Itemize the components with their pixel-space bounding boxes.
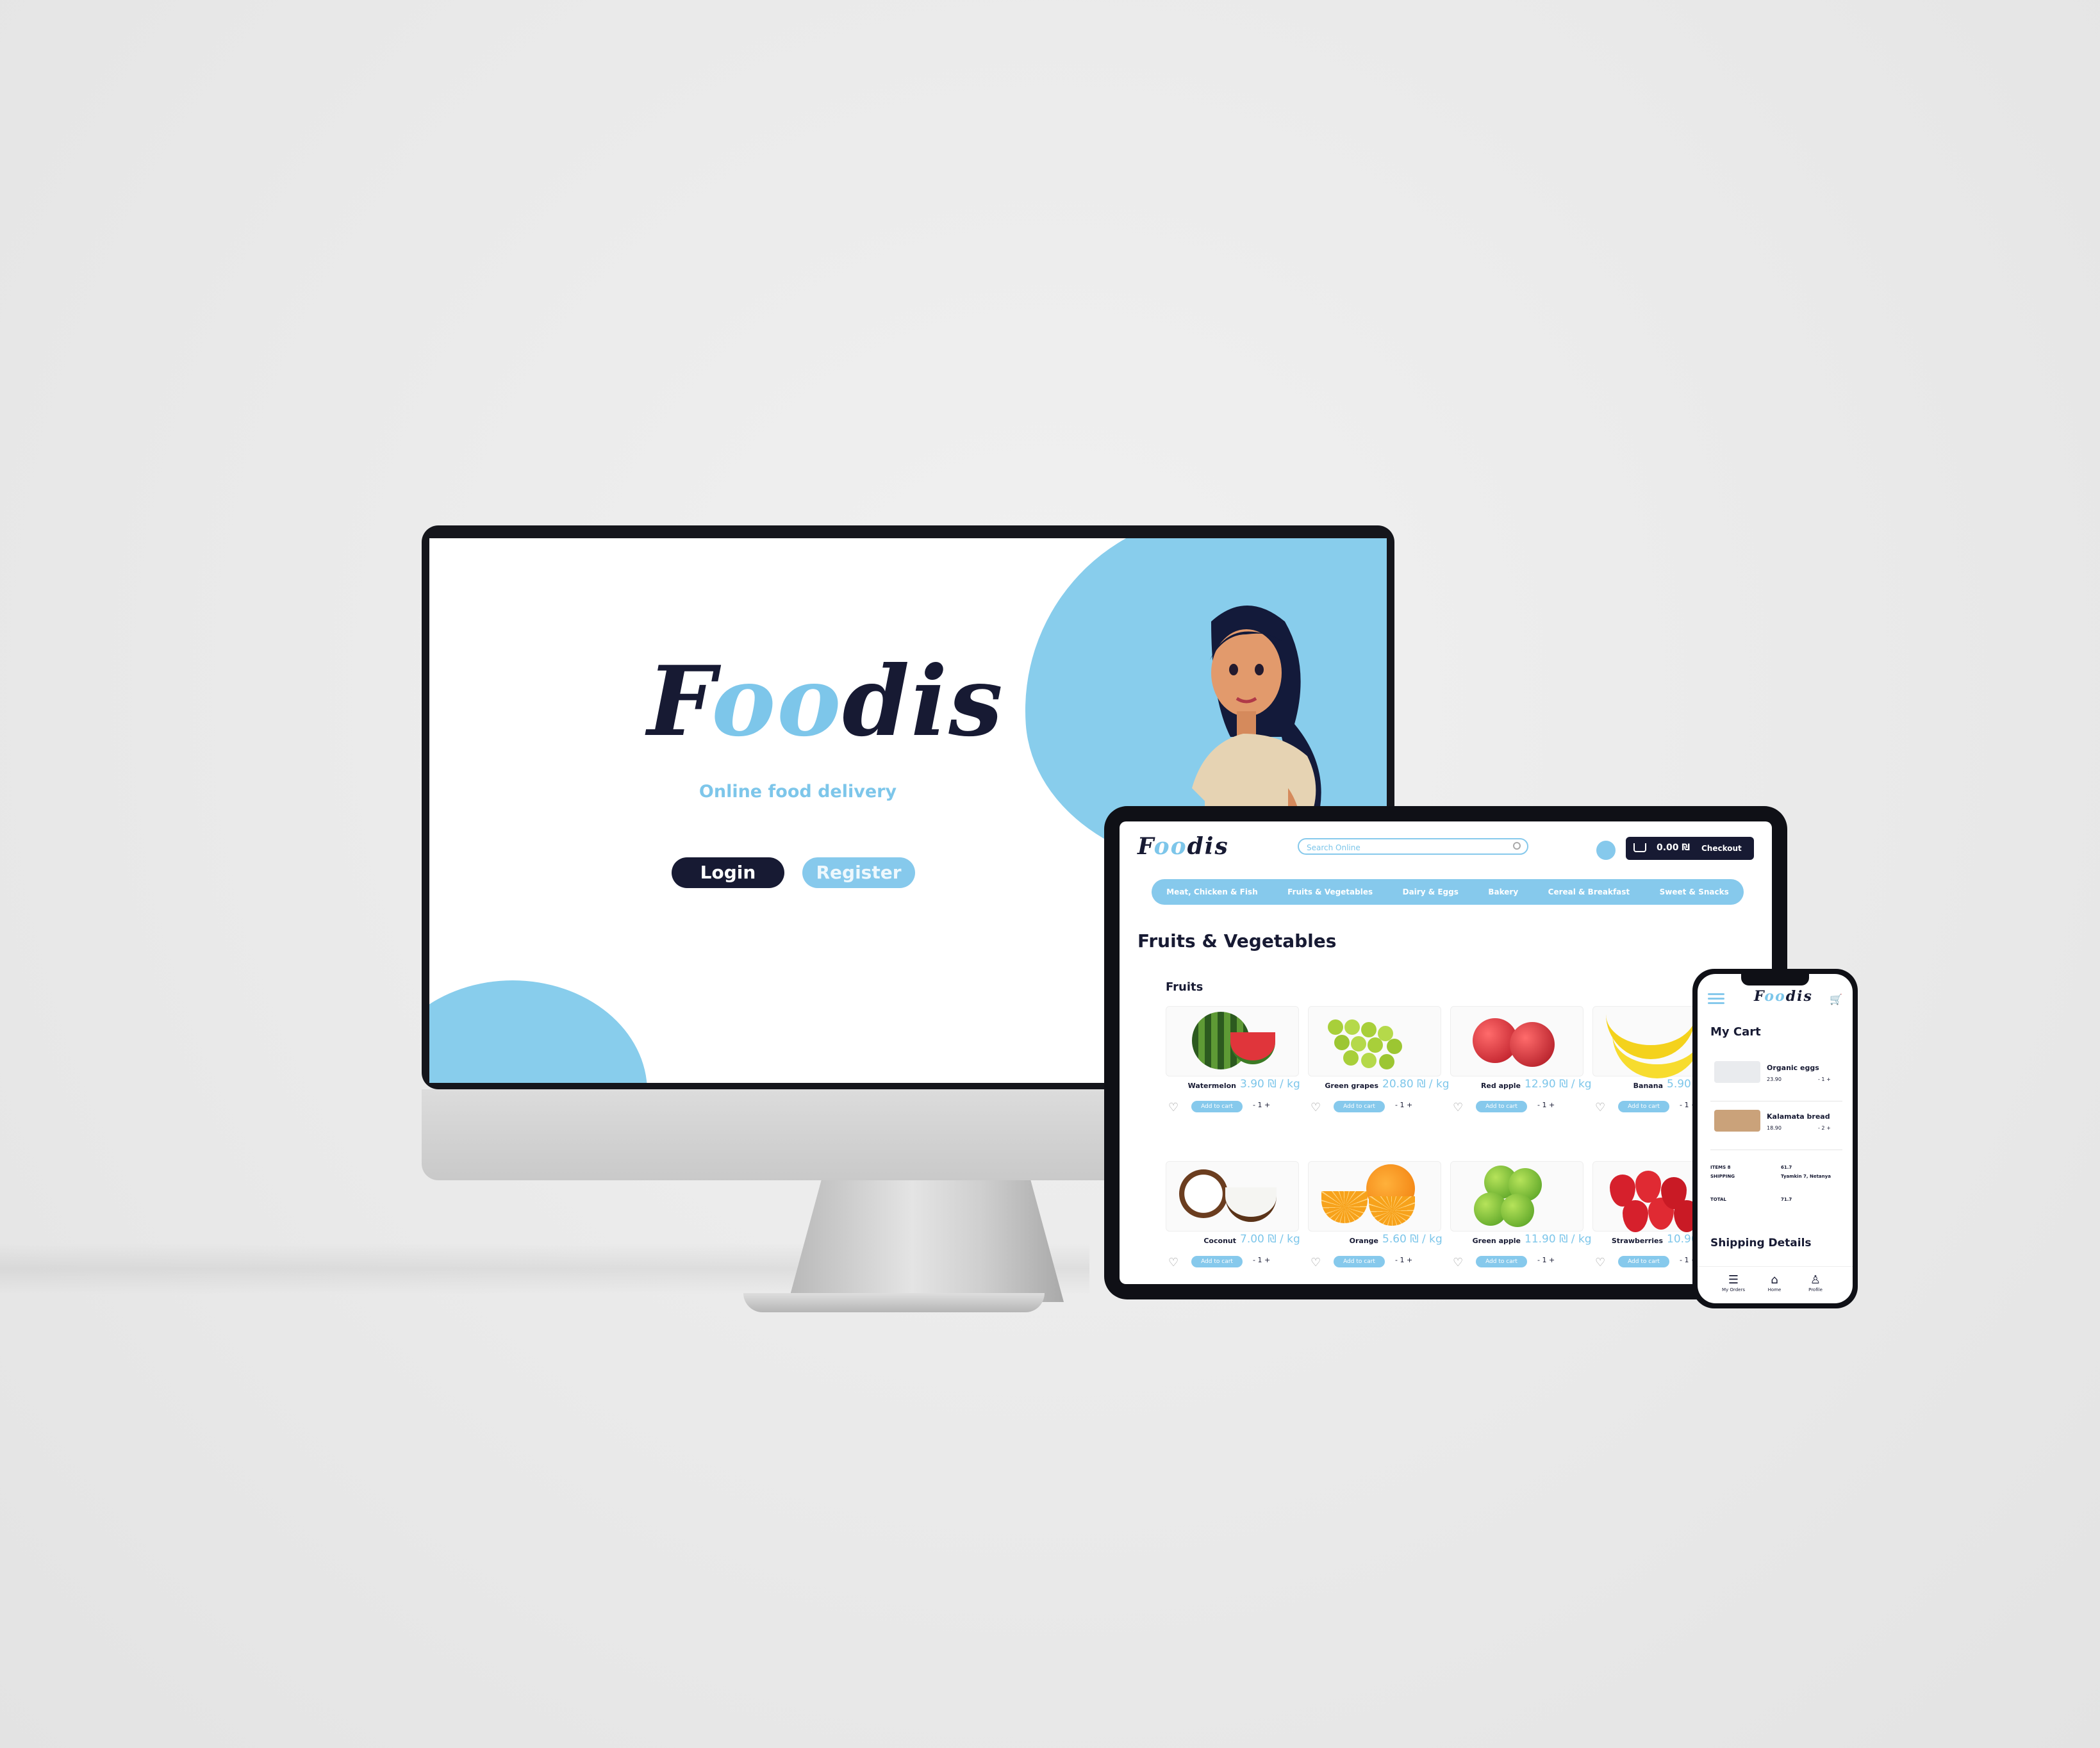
search-input[interactable]: Search Online (1298, 838, 1528, 855)
heart-icon[interactable]: ♡ (1310, 1256, 1321, 1269)
add-to-cart-button[interactable]: Add to cart (1618, 1256, 1669, 1267)
decorative-blob (429, 980, 647, 1083)
heart-icon[interactable]: ♡ (1453, 1256, 1463, 1269)
tab-home[interactable]: ⌂ Home (1755, 1273, 1794, 1292)
quantity-stepper[interactable]: - 1 + (1395, 1256, 1412, 1264)
hamburger-menu-icon[interactable] (1708, 993, 1724, 1007)
product-card-watermelon: Watermelon 3.90 ₪ / kg ♡ Add to cart - 1… (1166, 1006, 1300, 1134)
register-button[interactable]: Register (802, 857, 915, 888)
quantity-stepper[interactable]: - 1 + (1537, 1256, 1555, 1264)
orange-icon[interactable] (1308, 1161, 1441, 1232)
page-title: Fruits & Vegetables (1137, 930, 1337, 952)
quantity-stepper[interactable]: - 1 + (1537, 1101, 1555, 1109)
tablet-screen: Foodis Search Online 0.00 ₪ Checkout Mea… (1120, 821, 1772, 1284)
quantity-stepper[interactable]: - 1 + (1395, 1101, 1412, 1109)
cart-item: Kalamata bread 18.90 - 2 + (1710, 1101, 1842, 1150)
section-title: Fruits (1166, 980, 1203, 994)
quantity-stepper[interactable]: - 2 + (1818, 1125, 1831, 1131)
heart-icon[interactable]: ♡ (1595, 1256, 1605, 1269)
summary-total-row: TOTAL 71.7 (1710, 1197, 1792, 1202)
list-icon: ☰ (1728, 1273, 1739, 1287)
bottom-tab-bar: ☰ My Orders ⌂ Home ♙ Profile (1698, 1266, 1853, 1303)
desktop-monitor-base (743, 1293, 1045, 1312)
product-card-orange: Orange 5.60 ₪ / kg ♡ Add to cart - 1 + (1308, 1161, 1443, 1284)
nav-item-cereal[interactable]: Cereal & Breakfast (1548, 887, 1630, 896)
tagline: Online food delivery (699, 782, 897, 802)
quantity-stepper[interactable]: - 1 + (1818, 1076, 1831, 1082)
phone-screen: Foodis 🛒 My Cart Organic eggs 23.90 - 1 … (1698, 974, 1853, 1303)
coconut-icon[interactable] (1166, 1161, 1299, 1232)
nav-item-sweets[interactable]: Sweet & Snacks (1660, 887, 1729, 896)
nav-item-bakery[interactable]: Bakery (1488, 887, 1518, 896)
cart-title: My Cart (1710, 1025, 1761, 1039)
add-to-cart-button[interactable]: Add to cart (1191, 1101, 1243, 1112)
heart-icon[interactable]: ♡ (1595, 1101, 1605, 1114)
green-apple-icon[interactable] (1450, 1161, 1583, 1232)
home-icon: ⌂ (1771, 1273, 1778, 1287)
tab-my-orders[interactable]: ☰ My Orders (1714, 1273, 1753, 1292)
green-grapes-icon[interactable] (1308, 1006, 1441, 1076)
cart-icon[interactable]: 🛒 (1830, 993, 1842, 1005)
add-to-cart-button[interactable]: Add to cart (1476, 1256, 1527, 1267)
foodis-logo[interactable]: Foodis (1137, 833, 1229, 860)
add-to-cart-button[interactable]: Add to cart (1191, 1256, 1243, 1267)
quantity-stepper[interactable]: - 1 + (1253, 1256, 1270, 1264)
search-icon[interactable] (1513, 842, 1521, 850)
nav-item-fruits-vegetables[interactable]: Fruits & Vegetables (1287, 887, 1373, 896)
summary-shipping-row: SHIPPING Tyamkin 7, Netanya (1710, 1174, 1831, 1179)
cart-amount: 0.00 (1657, 843, 1679, 853)
heart-icon[interactable]: ♡ (1168, 1101, 1178, 1114)
category-nav: Meat, Chicken & Fish Fruits & Vegetables… (1152, 879, 1744, 905)
checkout-label: Checkout (1701, 844, 1742, 853)
quantity-stepper[interactable]: - 1 + (1253, 1101, 1270, 1109)
foodis-logo: Foodis (647, 645, 1004, 758)
cart-icon (1633, 843, 1646, 852)
phone-notch (1741, 974, 1809, 985)
shipping-details-heading: Shipping Details (1710, 1237, 1812, 1249)
product-card-green-apple: Green apple 11.90 ₪ / kg ♡ Add to cart -… (1450, 1161, 1592, 1284)
eggs-carton-icon (1714, 1061, 1760, 1083)
user-avatar-icon[interactable] (1596, 841, 1616, 860)
search-placeholder: Search Online (1307, 843, 1360, 852)
person-icon: ♙ (1810, 1273, 1821, 1287)
add-to-cart-button[interactable]: Add to cart (1618, 1101, 1669, 1112)
nav-item-dairy-eggs[interactable]: Dairy & Eggs (1403, 887, 1459, 896)
login-button[interactable]: Login (672, 857, 784, 888)
add-to-cart-button[interactable]: Add to cart (1334, 1256, 1385, 1267)
desktop-monitor-stand (788, 1180, 1064, 1302)
bread-icon (1714, 1110, 1760, 1132)
heart-icon[interactable]: ♡ (1453, 1101, 1463, 1114)
product-card-coconut: Coconut 7.00 ₪ / kg ♡ Add to cart - 1 + (1166, 1161, 1300, 1284)
foodis-logo[interactable]: Foodis (1754, 988, 1813, 1005)
product-card-red-apple: Red apple 12.90 ₪ / kg ♡ Add to cart - 1… (1450, 1006, 1592, 1134)
tab-profile[interactable]: ♙ Profile (1796, 1273, 1835, 1292)
add-to-cart-button[interactable]: Add to cart (1334, 1101, 1385, 1112)
cart-item: Organic eggs 23.90 - 1 + (1710, 1052, 1842, 1101)
nav-item-meat[interactable]: Meat, Chicken & Fish (1166, 887, 1257, 896)
heart-icon[interactable]: ♡ (1310, 1101, 1321, 1114)
product-card-green-grapes: Green grapes 20.80 ₪ / kg ♡ Add to cart … (1308, 1006, 1450, 1134)
cart-checkout-button[interactable]: 0.00 ₪ Checkout (1626, 837, 1754, 860)
summary-items-row: ITEMS 8 61.7 (1710, 1165, 1792, 1170)
red-apple-icon[interactable] (1450, 1006, 1583, 1076)
add-to-cart-button[interactable]: Add to cart (1476, 1101, 1527, 1112)
heart-icon[interactable]: ♡ (1168, 1256, 1178, 1269)
watermelon-icon[interactable] (1166, 1006, 1299, 1076)
